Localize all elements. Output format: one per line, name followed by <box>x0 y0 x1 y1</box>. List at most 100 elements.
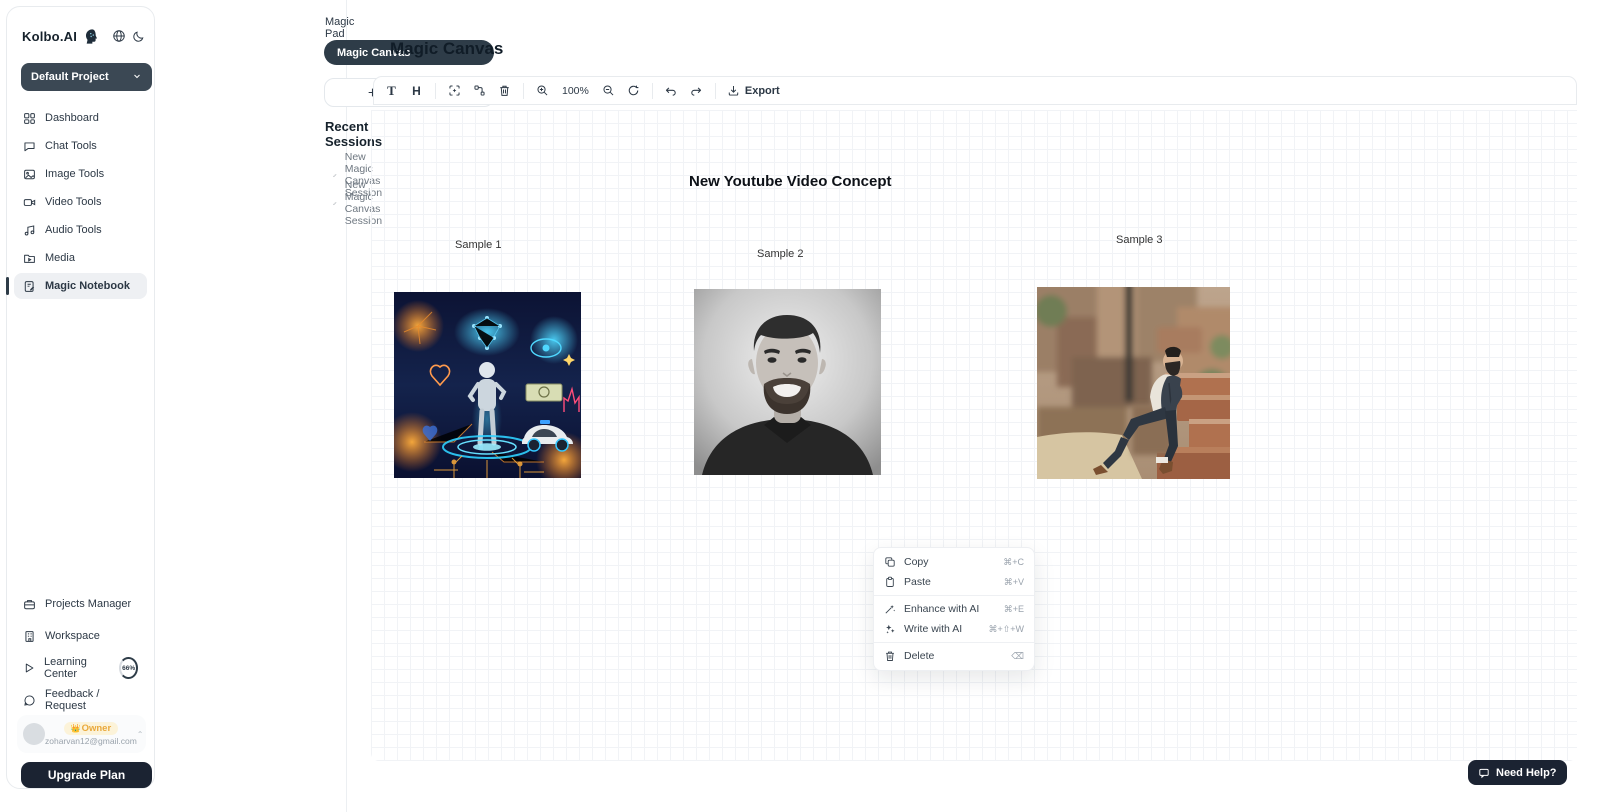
sample-2-label[interactable]: Sample 2 <box>757 248 803 260</box>
sample-3-image[interactable] <box>1037 287 1230 479</box>
sample-3-label[interactable]: Sample 3 <box>1116 234 1162 246</box>
sidebar-item-label: Video Tools <box>45 196 101 208</box>
sidebar-item-label: Image Tools <box>45 168 104 180</box>
context-menu-shortcut: ⌘+E <box>1004 604 1024 615</box>
sidebar-item-workspace[interactable]: Workspace <box>14 621 147 651</box>
sidebar-item-label: Projects Manager <box>45 598 131 610</box>
user-meta: 👑Owner zoharvan12@gmail.com <box>45 722 137 747</box>
panel-item-magic-pad[interactable]: Magic Pad <box>325 16 354 40</box>
upgrade-plan-button[interactable]: Upgrade Plan <box>21 762 152 788</box>
help-chat-icon <box>1478 767 1490 779</box>
learning-progress-badge: 66% <box>119 657 138 679</box>
text-tool-icon: T <box>387 83 396 99</box>
sample-2-image[interactable] <box>694 289 881 475</box>
sidebar-item-video-tools[interactable]: Video Tools <box>14 189 147 215</box>
need-help-button[interactable]: Need Help? <box>1468 760 1567 785</box>
magic-notebook-icon <box>23 280 36 293</box>
sidebar-item-magic-notebook[interactable]: Magic Notebook <box>14 273 147 299</box>
download-icon <box>727 84 740 97</box>
building-icon <box>23 630 36 643</box>
sidebar-item-feedback[interactable]: Feedback / Request <box>14 685 147 715</box>
briefcase-icon <box>23 598 36 611</box>
page-title: Magic Canvas <box>390 39 503 59</box>
media-folder-icon <box>23 252 36 265</box>
reset-view-button[interactable] <box>622 79 645 102</box>
sidebar-item-media[interactable]: Media <box>14 245 147 271</box>
sidebar-item-label: Dashboard <box>45 112 99 124</box>
owner-badge-label: Owner <box>82 723 112 734</box>
project-selector-label: Default Project <box>31 71 109 83</box>
canvas-heading[interactable]: New Youtube Video Concept <box>689 173 892 190</box>
export-button[interactable]: Export <box>723 79 784 102</box>
dashboard-icon <box>23 112 36 125</box>
context-menu-divider <box>874 642 1034 643</box>
need-help-label: Need Help? <box>1496 767 1557 779</box>
crown-icon: 👑 <box>71 724 81 734</box>
chevron-up-icon: ⌃ <box>137 730 144 739</box>
context-menu-label: Enhance with AI <box>904 603 996 615</box>
auto-select-icon <box>448 84 461 97</box>
app-root: Kolbo.AI Default Project Dashboard <box>0 0 1600 812</box>
context-menu-shortcut: ⌘+C <box>1003 557 1024 568</box>
connector-icon <box>473 84 486 97</box>
sidebar-item-dashboard[interactable]: Dashboard <box>14 105 147 131</box>
connector-tool-button[interactable] <box>468 79 491 102</box>
text-tool-button[interactable]: T <box>380 79 403 102</box>
copy-icon <box>884 556 896 568</box>
heading-tool-icon: H <box>412 84 421 98</box>
context-menu-shortcut: ⌘+V <box>1004 577 1024 588</box>
zoom-out-icon <box>602 84 615 97</box>
sidebar-item-image-tools[interactable]: Image Tools <box>14 161 147 187</box>
trash-icon <box>884 650 896 662</box>
project-selector[interactable]: Default Project <box>21 63 152 91</box>
audio-icon <box>23 224 36 237</box>
sidebar-item-audio-tools[interactable]: Audio Tools <box>14 217 147 243</box>
sidebar-item-projects-manager[interactable]: Projects Manager <box>14 589 147 619</box>
context-menu-item-copy[interactable]: Copy ⌘+C <box>874 552 1034 572</box>
redo-button[interactable] <box>685 79 708 102</box>
zoom-in-button[interactable] <box>531 79 554 102</box>
context-menu-item-enhance-with-ai[interactable]: Enhance with AI ⌘+E <box>874 599 1034 619</box>
play-icon <box>23 662 35 674</box>
zoom-level-value: 100% <box>556 85 595 97</box>
context-menu-item-write-with-ai[interactable]: Write with AI ⌘+⇧+W <box>874 619 1034 639</box>
sidebar-item-learning-center[interactable]: Learning Center 66% <box>14 653 147 683</box>
user-email: zoharvan12@gmail.com <box>45 736 137 746</box>
image-icon <box>23 168 36 181</box>
undo-button[interactable] <box>660 79 683 102</box>
undo-icon <box>664 84 678 98</box>
context-menu-item-delete[interactable]: Delete ⌫ <box>874 646 1034 666</box>
zoom-out-button[interactable] <box>597 79 620 102</box>
export-label: Export <box>745 85 780 97</box>
context-menu-label: Delete <box>904 650 1003 662</box>
sidebar-nav: Dashboard Chat Tools Image Tools Video T… <box>14 105 147 301</box>
sidebar: Kolbo.AI Default Project Dashboard <box>6 6 155 789</box>
sample-1-image[interactable] <box>394 292 581 478</box>
language-globe-icon[interactable] <box>112 27 126 45</box>
auto-select-button[interactable] <box>443 79 466 102</box>
context-menu-label: Write with AI <box>904 623 980 635</box>
brain-logo-icon <box>83 27 100 45</box>
user-account-row[interactable]: 👑Owner zoharvan12@gmail.com ⌃ <box>17 715 146 753</box>
dark-mode-moon-icon[interactable] <box>132 27 145 45</box>
toolbar-divider <box>652 83 653 99</box>
delete-tool-button[interactable] <box>493 79 516 102</box>
owner-badge: 👑Owner <box>64 722 119 735</box>
context-menu-divider <box>874 595 1034 596</box>
trash-icon <box>498 84 511 97</box>
canvas-toolbar: T H 100% Export <box>373 76 1577 105</box>
context-menu-label: Copy <box>904 556 995 568</box>
magic-canvas-grid[interactable]: New Youtube Video Concept Sample 1 Sampl… <box>371 110 1577 761</box>
sidebar-item-label: Media <box>45 252 75 264</box>
context-menu-shortcut: ⌫ <box>1011 651 1024 662</box>
zoom-in-icon <box>536 84 549 97</box>
pencil-icon <box>333 198 337 209</box>
sidebar-item-label: Learning Center <box>44 656 108 680</box>
sidebar-item-chat-tools[interactable]: Chat Tools <box>14 133 147 159</box>
video-icon <box>23 196 36 209</box>
chevron-down-icon <box>132 71 142 84</box>
sample-1-label[interactable]: Sample 1 <box>455 239 501 251</box>
sidebar-item-label: Audio Tools <box>45 224 102 236</box>
heading-tool-button[interactable]: H <box>405 79 428 102</box>
context-menu-item-paste[interactable]: Paste ⌘+V <box>874 572 1034 592</box>
